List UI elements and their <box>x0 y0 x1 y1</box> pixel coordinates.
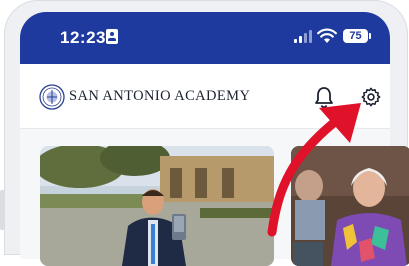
bell-icon[interactable] <box>313 85 335 109</box>
woman-in-colorful-top-photo <box>291 146 409 266</box>
phone-side-button <box>0 190 5 230</box>
battery-icon: 75 <box>343 29 368 43</box>
feed-card[interactable] <box>40 146 274 266</box>
feed-card[interactable] <box>291 146 409 266</box>
man-in-suit-holding-award-photo <box>40 146 274 266</box>
gear-icon[interactable] <box>360 86 382 108</box>
battery-cap <box>369 33 371 39</box>
signal-icon <box>294 30 312 43</box>
wifi-icon <box>317 28 337 43</box>
status-time: 12:23 <box>60 28 106 47</box>
brand-name: SAN ANTONIO ACADEMY <box>69 88 251 104</box>
school-seal-logo <box>39 84 65 110</box>
id-card-icon <box>106 29 118 44</box>
